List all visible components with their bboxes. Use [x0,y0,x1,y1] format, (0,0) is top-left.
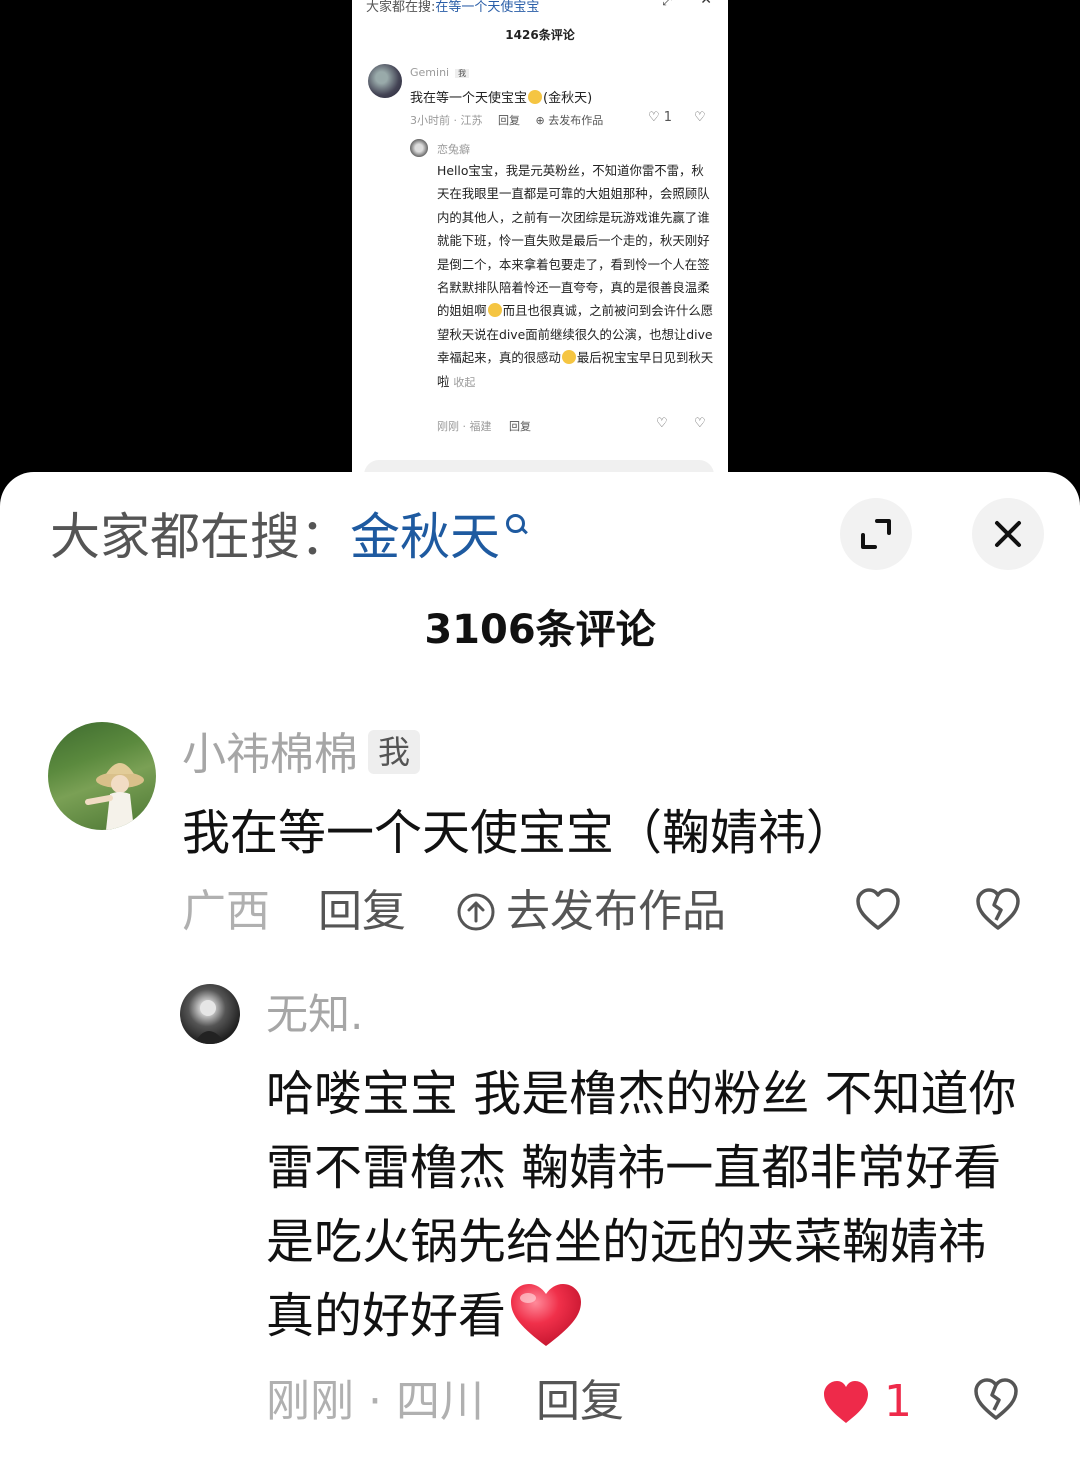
broken-heart-icon [974,1378,1018,1420]
crying-emoji-icon [561,350,576,365]
expand-icon [861,519,891,549]
like-button[interactable] [854,886,902,950]
embedded-comment-text: 我在等一个天使宝宝 (金秋天) [410,87,592,106]
embedded-reply-user: 恋兔癖 [437,143,470,156]
embedded-user-name-text: Gemini [410,66,450,79]
embedded-search-keyword: 在等一个天使宝宝 [435,0,540,15]
reply-avatar[interactable] [180,984,240,1044]
embedded-comment-text-a: 我在等一个天使宝宝 [410,91,528,106]
comment-meta: 广西 回复 去发布作品 [182,882,1042,942]
reply-dislike-button[interactable] [972,1376,1020,1440]
crying-emoji-icon [528,90,543,104]
reply-text-body: 哈喽宝宝 我是橹杰的粉丝 不知道你雷不雷橹杰 鞠婧祎一直都非常好看 是吃火锅先给… [266,1066,1017,1344]
comment-count: 3106条评论 [424,607,656,653]
embedded-comment-time: 3小时前 · 江苏 [410,114,483,127]
comment-text[interactable]: 我在等一个天使宝宝（鞠婧祎） [182,802,854,864]
comment-sheet: 大家都在搜：金秋天 3106条评论 小祎棉棉我 我在等一个天使宝宝（鞠婧祎） 广… [0,472,1080,1481]
embedded-comment-text-b: (金秋天) [543,91,593,106]
embedded-search-label: 大家都在搜: [366,0,436,15]
embedded-broken-heart-icon: ♡ [694,416,706,431]
me-tag: 我 [368,730,421,774]
search-keyword[interactable]: 金秋天 [350,508,500,566]
embedded-reply-meta: 刚刚 · 福建 回复 [437,418,545,434]
publish-work-label: 去发布作品 [506,886,726,937]
reply-like-button[interactable]: 1 [822,1376,912,1428]
close-button[interactable] [972,498,1044,570]
comment-location: 广西 [182,886,270,937]
embedded-reply-text: Hello宝宝，我是元英粉丝，不知道你雷不雷，秋天在我眼里一直都是可靠的大姐姐那… [437,159,715,394]
embedded-reply-avatar [410,139,428,157]
embedded-heart-icon: ♡ 1 [648,110,673,125]
embedded-reply-text-1: Hello宝宝，我是元英粉丝，不知道你雷不雷，秋天在我眼里一直都是可靠的大姐姐那… [437,163,710,319]
reply-like-count: 1 [884,1376,912,1427]
embedded-broken-heart-icon: ♡ [694,110,706,125]
publish-icon [457,893,495,931]
embedded-close-icon: ✕ [700,0,712,8]
comment-author[interactable]: 小祎棉棉我 [182,727,421,783]
publish-work-button[interactable]: 去发布作品 [456,882,726,942]
heart-icon [856,888,900,930]
avatar[interactable] [48,722,156,830]
embedded-search-hint: 大家都在搜:在等一个天使宝宝 [366,0,539,15]
embedded-publish-label: 去发布作品 [548,114,604,127]
reply-time-location: 刚刚 · 四川 [266,1376,484,1427]
reply-author[interactable]: 无知. [266,987,363,1043]
embedded-me-tag: 我 [455,69,470,78]
embedded-like-count: 1 [663,110,673,125]
search-icon [504,502,530,542]
expand-button[interactable] [840,498,912,570]
embedded-avatar [368,64,402,98]
embedded-comment-count: 1426条评论 [505,28,575,42]
search-suggestion[interactable]: 大家都在搜：金秋天 [50,502,530,572]
reply-reply-button[interactable]: 回复 [536,1372,624,1432]
embedded-reply-time: 刚刚 · 福建 [437,420,492,433]
dislike-button[interactable] [974,886,1022,950]
embedded-expand-icon: ⤢ [662,0,672,8]
embedded-heart-icon: ♡ [656,416,668,431]
embedded-publish-link: ⊕ 去发布作品 [535,114,604,127]
embedded-reply-link: 回复 [498,114,520,127]
reply-meta: 刚刚 · 四川 回复 1 [266,1372,1046,1432]
reply-button[interactable]: 回复 [318,882,406,942]
embedded-reply-reply-link: 回复 [509,420,531,433]
reply-avatar-photo [194,1000,226,1044]
comment-author-name: 小祎棉棉 [182,729,358,780]
embedded-fold-link: 收起 [453,375,476,389]
broken-heart-icon [976,888,1020,930]
avatar-photo [85,763,144,830]
embedded-comment-meta: 3小时前 · 江苏 回复 ⊕ 去发布作品 [410,112,627,128]
embedded-user-name: Gemini 我 [410,66,470,79]
crying-emoji-icon [487,303,502,318]
reply-text[interactable]: 哈喽宝宝 我是橹杰的粉丝 不知道你雷不雷橹杰 鞠婧祎一直都非常好看 是吃火锅先给… [266,1057,1026,1353]
close-icon [995,521,1021,547]
heart-emoji [511,1284,582,1346]
search-label: 大家都在搜： [50,508,350,566]
heart-icon [824,1381,868,1423]
embedded-screenshot: 大家都在搜:在等一个天使宝宝 ⤢ ✕ 1426条评论 Gemini 我 我在等一个… [352,0,728,486]
